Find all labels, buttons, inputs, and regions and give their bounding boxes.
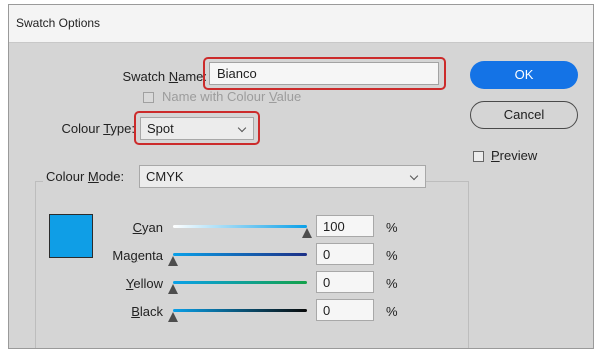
swatch-color-preview: [49, 214, 93, 258]
name-with-colour-value-label: Name with Colour Value: [162, 89, 301, 104]
yellow-slider-track[interactable]: [173, 281, 307, 284]
colour-mode-group: [35, 181, 469, 348]
dialog-title: Swatch Options: [16, 16, 101, 30]
black-value-field[interactable]: 0: [316, 299, 374, 321]
magenta-value: 0: [323, 247, 331, 262]
chevron-down-icon: [409, 171, 419, 181]
cyan-slider-track[interactable]: [173, 225, 307, 228]
title-bar: Swatch Options: [9, 5, 593, 43]
swatch-name-input[interactable]: Bianco: [209, 62, 439, 85]
magenta-value-field[interactable]: 0: [316, 243, 374, 265]
yellow-value: 0: [323, 275, 331, 290]
colour-type-value: Spot: [147, 121, 174, 136]
nwcv-label-key: V: [268, 89, 277, 104]
preview-label: Preview: [491, 148, 537, 163]
name-with-colour-value-checkbox[interactable]: [143, 92, 154, 103]
colour-type-label-text-end: ype:: [110, 121, 135, 136]
magenta-label: Magenta: [112, 248, 163, 263]
chevron-down-icon: [237, 123, 247, 133]
nwcv-label-text-end: alue: [276, 89, 302, 104]
yellow-label: Yellow: [126, 276, 163, 291]
ok-button[interactable]: OK: [470, 61, 578, 89]
colour-mode-label-text: Colour: [46, 169, 88, 184]
swatch-name-label-key: N: [168, 69, 179, 84]
black-label-post: lack: [139, 304, 163, 319]
colour-mode-value: CMYK: [146, 169, 184, 184]
yellow-label-post: ellow: [133, 276, 163, 291]
nwcv-label-text: Name with Colour: [162, 89, 269, 104]
cyan-slider-thumb[interactable]: [302, 228, 312, 238]
colour-type-select[interactable]: Spot: [140, 117, 254, 140]
cyan-value: 100: [323, 219, 345, 234]
black-percent: %: [386, 304, 398, 319]
magenta-slider-track[interactable]: [173, 253, 307, 256]
black-slider-track[interactable]: [173, 309, 307, 312]
yellow-slider-thumb[interactable]: [168, 284, 178, 294]
cancel-button[interactable]: Cancel: [470, 101, 578, 129]
colour-type-label-text: Colour: [61, 121, 104, 136]
colour-mode-select[interactable]: CMYK: [139, 165, 426, 188]
colour-mode-label: Colour Mode:: [46, 169, 124, 184]
magenta-label-key: g: [130, 248, 138, 263]
colour-type-label: Colour Type:: [62, 121, 136, 136]
colour-mode-label-text-end: ode:: [98, 169, 125, 184]
magenta-label-post: enta: [137, 248, 163, 263]
swatch-name-label: Swatch Name:: [122, 69, 207, 84]
colour-mode-label-key: M: [87, 169, 99, 184]
magenta-slider-thumb[interactable]: [168, 256, 178, 266]
swatch-options-dialog: Swatch Options Swatch Name: Bianco Name …: [8, 4, 594, 349]
cyan-label-key: C: [132, 220, 143, 235]
cyan-value-field[interactable]: 100: [316, 215, 374, 237]
swatch-name-value: Bianco: [217, 66, 257, 81]
preview-label-text: review: [499, 148, 538, 163]
magenta-percent: %: [386, 248, 398, 263]
swatch-name-label-text: Swatch: [122, 69, 169, 84]
yellow-value-field[interactable]: 0: [316, 271, 374, 293]
black-label-key: B: [131, 304, 140, 319]
cyan-percent: %: [386, 220, 398, 235]
cyan-label: Cyan: [133, 220, 163, 235]
magenta-label-pre: Ma: [112, 248, 131, 263]
preview-label-key: P: [491, 148, 500, 163]
black-label: Black: [131, 304, 163, 319]
cyan-label-post: yan: [142, 220, 163, 235]
preview-checkbox[interactable]: [473, 151, 484, 162]
yellow-percent: %: [386, 276, 398, 291]
black-value: 0: [323, 303, 331, 318]
black-slider-thumb[interactable]: [168, 312, 178, 322]
